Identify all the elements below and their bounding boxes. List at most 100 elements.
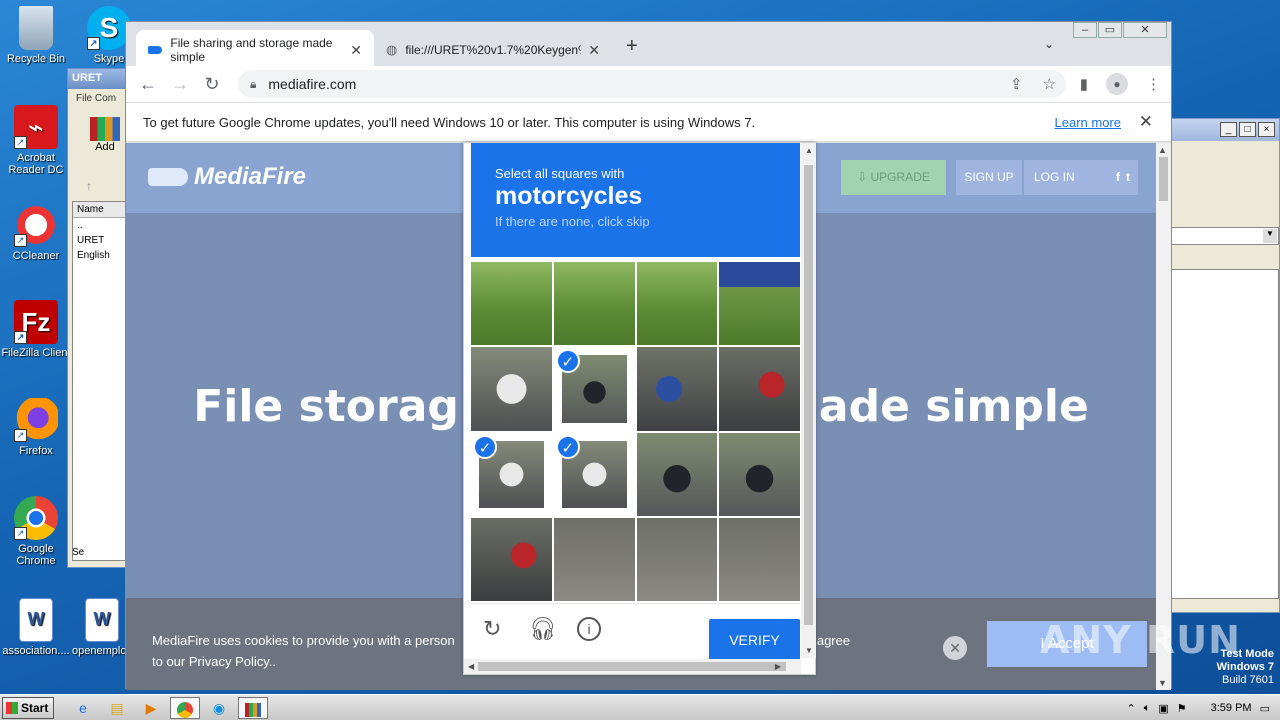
page-scrollbar[interactable]: ▲ ▼ — [1156, 143, 1171, 690]
scroll-thumb[interactable] — [1159, 157, 1168, 201]
captcha-tile[interactable] — [636, 517, 718, 601]
captcha-tile[interactable] — [719, 262, 800, 346]
verify-button[interactable]: VERIFY — [709, 619, 800, 661]
maximize-button[interactable]: ▭ — [1098, 22, 1122, 38]
winrar-add-button[interactable]: Add — [88, 117, 122, 157]
captcha-tile[interactable] — [471, 347, 552, 431]
back-arrow-icon[interactable]: ← — [132, 74, 164, 95]
sign-up-button[interactable]: SIGN UP — [956, 160, 1022, 195]
share-icon[interactable]: ⇪ — [1010, 75, 1023, 93]
side-panel-icon[interactable]: ▮ — [1080, 75, 1088, 93]
desktop-icon-recycle-bin[interactable]: Recycle Bin — [0, 6, 72, 65]
column-name[interactable]: Name — [73, 202, 125, 218]
info-icon[interactable]: i — [577, 617, 601, 641]
winrar-window[interactable]: URET File Com Add ↑ Name .. URET English… — [67, 68, 127, 568]
up-arrow-icon[interactable]: ↑ — [86, 179, 92, 193]
clock[interactable]: 3:59 PM — [1211, 702, 1252, 714]
scroll-right-icon[interactable]: ▶ — [775, 662, 781, 671]
scroll-down-icon[interactable]: ▼ — [805, 646, 813, 655]
menu-commands[interactable]: Com — [95, 93, 116, 104]
network-icon[interactable]: ▣ — [1158, 702, 1168, 715]
file-row[interactable]: .. — [73, 218, 125, 233]
scroll-up-icon[interactable]: ▲ — [805, 146, 813, 155]
close-button[interactable]: × — [1258, 122, 1275, 137]
file-row[interactable]: URET — [73, 233, 125, 248]
hero-right: ade simple — [818, 381, 1089, 432]
notification-icon[interactable]: ▭ — [1260, 702, 1270, 715]
tab-file-url[interactable]: ◍ file:///URET%20v1.7%20Keygen% ✕ — [374, 30, 612, 70]
media-player-icon[interactable]: ▶ — [136, 697, 166, 719]
audio-headphones-icon[interactable]: 🎧︎ — [529, 616, 557, 642]
scroll-thumb[interactable] — [478, 662, 786, 671]
menu-file[interactable]: File — [76, 93, 92, 104]
tab-mediafire[interactable]: File sharing and storage made simple ✕ — [136, 30, 374, 70]
bookmark-star-icon[interactable]: ☆ — [1043, 75, 1056, 93]
captcha-tile[interactable] — [636, 262, 718, 346]
captcha-tile[interactable]: ✓ — [554, 347, 635, 430]
captcha-tile[interactable] — [471, 517, 552, 601]
captcha-vertical-scrollbar[interactable]: ▲ ▼ — [801, 143, 816, 658]
winrar-taskbar-icon[interactable] — [238, 696, 268, 719]
profile-avatar-icon[interactable]: ● — [1106, 73, 1128, 95]
log-in-button[interactable]: LOG IN ft — [1024, 160, 1138, 195]
desktop-icon-association-doc[interactable]: W association.... — [0, 598, 72, 657]
captcha-tile[interactable] — [553, 517, 635, 601]
captcha-tile[interactable] — [553, 262, 635, 346]
desktop-icon-filezilla[interactable]: Fz ↗ FileZilla Client — [0, 300, 72, 359]
flag-notify-icon[interactable]: ⚑ — [1177, 702, 1187, 715]
captcha-challenge: Select all squares with motorcycles If t… — [463, 142, 816, 675]
captcha-tile[interactable] — [636, 347, 718, 431]
combo-box[interactable]: ▼ — [1171, 227, 1279, 245]
upgrade-button[interactable]: ⇩ UPGRADE — [841, 160, 946, 195]
minimize-button[interactable]: _ — [1220, 122, 1237, 137]
captcha-tile[interactable]: ✓ — [554, 433, 635, 516]
tab-search-chevron-icon[interactable]: ⌄ — [1044, 37, 1054, 51]
edge-icon[interactable]: ◉ — [204, 697, 234, 719]
desktop-icon-ccleaner[interactable]: ↗ CCleaner — [0, 203, 72, 262]
close-cookie-icon[interactable]: ✕ — [943, 636, 967, 660]
new-tab-button[interactable]: + — [626, 35, 638, 58]
reload-challenge-icon[interactable]: ↻ — [483, 616, 501, 642]
scroll-left-icon[interactable]: ◀ — [468, 662, 474, 671]
desktop-icon-chrome[interactable]: ↗ Google Chrome — [0, 496, 72, 567]
system-tray: ⌃ 🔈︎ ▣ ⚑ 3:59 PM ▭ — [1127, 695, 1280, 720]
forward-arrow-icon[interactable]: → — [164, 74, 196, 95]
file-row[interactable]: English — [73, 248, 125, 263]
twitter-icon[interactable]: t — [1126, 160, 1130, 195]
close-button[interactable]: ✕ — [1123, 22, 1167, 38]
tray-expand-icon[interactable]: ⌃ — [1127, 702, 1136, 715]
address-bar[interactable]: 🔒︎ mediafire.com ⇪ ☆ — [238, 70, 1066, 98]
start-button[interactable]: Start — [2, 696, 54, 719]
captcha-tile[interactable] — [719, 347, 800, 431]
captcha-horizontal-scrollbar[interactable]: ◀ ▶ — [464, 659, 801, 674]
background-window[interactable]: _ □ × ▼ — [1170, 118, 1280, 613]
scroll-up-icon[interactable]: ▲ — [1158, 145, 1167, 155]
captcha-tile[interactable]: ✓ — [471, 433, 552, 516]
close-icon[interactable]: ✕ — [1139, 112, 1153, 132]
desktop-icon-openemploy-doc[interactable]: W openemploy — [72, 598, 132, 657]
menu-kebab-icon[interactable]: ⋮ — [1146, 75, 1161, 93]
captcha-tile[interactable] — [719, 432, 800, 516]
minimize-button[interactable]: – — [1073, 22, 1097, 38]
desktop-icon-acrobat[interactable]: ⌁ ↗ Acrobat Reader DC — [0, 105, 72, 176]
reload-icon[interactable]: ↻ — [196, 74, 228, 95]
captcha-tile[interactable] — [636, 432, 718, 516]
add-label: Add — [95, 141, 115, 153]
captcha-tile[interactable] — [719, 517, 800, 601]
explorer-folder-icon[interactable]: ▤ — [102, 697, 132, 719]
mediafire-logo[interactable]: MediaFire — [148, 163, 306, 191]
chrome-taskbar-icon[interactable] — [170, 696, 200, 719]
captcha-tile[interactable] — [471, 262, 552, 346]
facebook-icon[interactable]: f — [1116, 160, 1120, 195]
chevron-down-icon: ▼ — [1263, 229, 1277, 243]
close-tab-icon[interactable]: ✕ — [588, 42, 600, 59]
scroll-thumb[interactable] — [804, 165, 813, 625]
desktop-icon-firefox[interactable]: ↗ Firefox — [0, 398, 72, 457]
maximize-button[interactable]: □ — [1239, 122, 1256, 137]
ie-icon[interactable]: e — [68, 697, 98, 719]
volume-icon[interactable]: 🔈︎ — [1144, 702, 1151, 715]
taskbar: Start e ▤ ▶ ◉ ⌃ 🔈︎ ▣ ⚑ 3:59 PM ▭ — [0, 694, 1280, 720]
learn-more-link[interactable]: Learn more — [1055, 115, 1121, 130]
close-tab-icon[interactable]: ✕ — [350, 42, 362, 59]
scroll-down-icon[interactable]: ▼ — [1158, 678, 1167, 688]
